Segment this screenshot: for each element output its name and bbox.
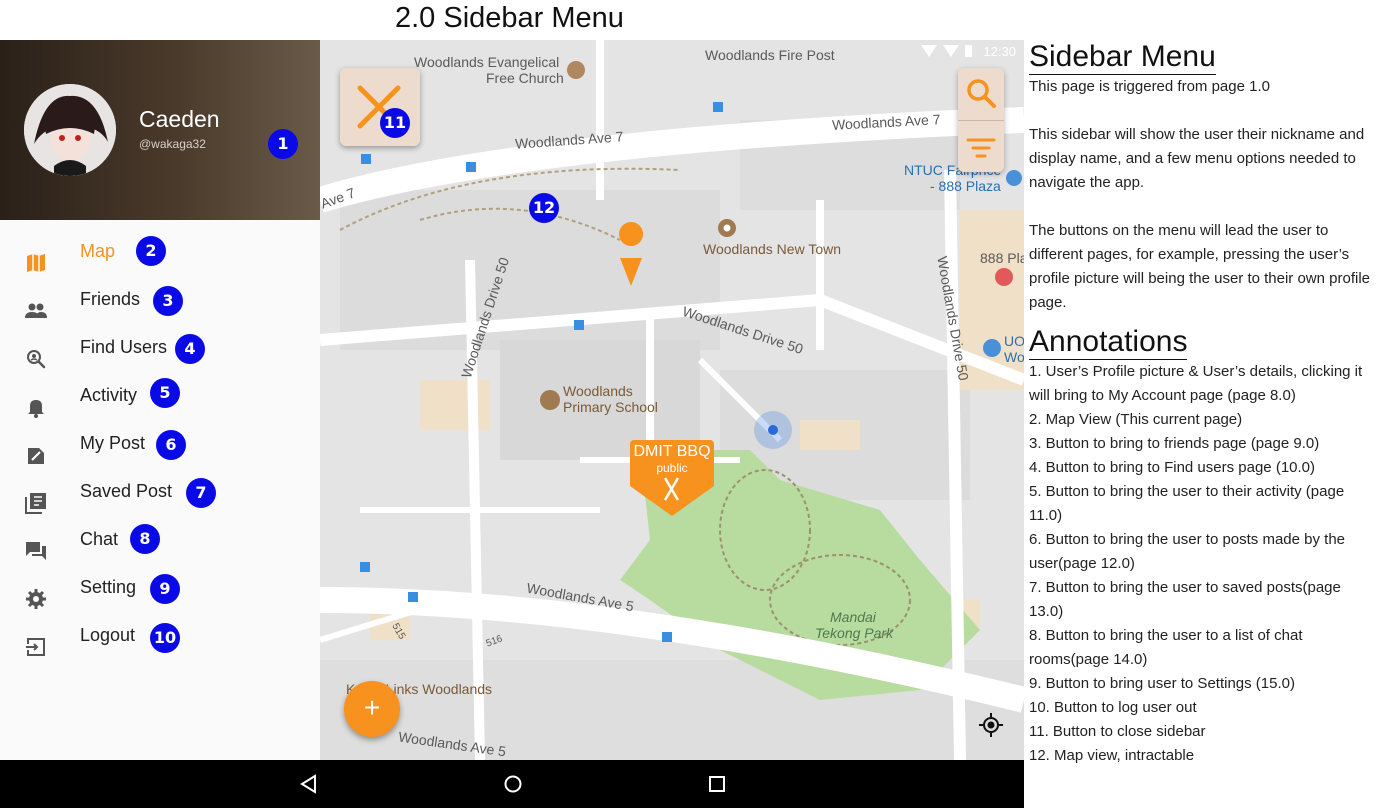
annotations-heading: Annotations [1029, 325, 1188, 360]
annotation-6: 6. Button to bring the user to posts mad… [1029, 531, 1346, 572]
event-pin[interactable]: DMIT BBQ public [630, 440, 714, 516]
edit-note-icon [28, 448, 44, 464]
crosshair-icon [979, 713, 1003, 737]
annotation-badge-10: 10 [150, 623, 180, 653]
sidebar-item-setting[interactable]: Setting 9 [0, 574, 320, 623]
map-label-uob-2: Wo [1004, 349, 1024, 365]
annotation-7: 7. Button to bring the user to saved pos… [1029, 579, 1341, 620]
close-sidebar-button[interactable]: 11 [340, 68, 420, 146]
sidebar-item-chat[interactable]: Chat 8 [0, 524, 320, 575]
back-icon[interactable] [297, 772, 321, 796]
sidebar-item-find-users[interactable]: Find Users 4 [0, 334, 320, 383]
search-icon [967, 79, 996, 108]
library-books-icon [25, 493, 46, 514]
map-icon [27, 254, 45, 272]
event-title: DMIT BBQ [633, 443, 711, 460]
map-view[interactable]: Woodlands Evangelical Free Church Woodla… [320, 40, 1024, 760]
signal-icon [943, 45, 959, 57]
profile-nickname: Caeden [139, 106, 220, 132]
bell-icon [28, 400, 44, 418]
sidebar-item-label: My Post [80, 433, 146, 453]
page-title: 2.0 Sidebar Menu [395, 2, 624, 34]
event-visibility: public [656, 461, 688, 475]
annotation-1: 1. User’s Profile picture & User’s detai… [1029, 363, 1363, 404]
people-icon [25, 303, 47, 318]
sidebar-item-label: Logout [80, 625, 136, 645]
sidebar: Caeden @wakaga32 1 Map 2 Friends 3 Find … [0, 40, 320, 760]
map-canvas [320, 40, 1024, 760]
gear-icon [26, 589, 46, 609]
avatar[interactable] [24, 84, 116, 176]
sidebar-item-label: Friends [80, 289, 141, 309]
annotation-badge-8: 8 [130, 524, 160, 554]
annotation-4: 4. Button to bring to Find users page (1… [1029, 459, 1316, 476]
annotation-badge-9: 9 [150, 574, 180, 604]
annotation-9: 9. Button to bring user to Settings (15.… [1029, 675, 1295, 692]
annotation-badge-4: 4 [175, 334, 205, 364]
sidebar-item-friends[interactable]: Friends 3 [0, 286, 320, 335]
profile-header[interactable]: Caeden @wakaga32 1 [0, 40, 320, 220]
map-label-new-town: Woodlands New Town [703, 241, 842, 257]
map-label-park: Mandai [830, 609, 876, 625]
notes-intro-1: This page is triggered from page 1.0 [1029, 78, 1270, 95]
map-tools [958, 68, 1004, 172]
annotation-badge-12: 12 [529, 193, 559, 223]
notes-heading: Sidebar Menu [1029, 40, 1216, 75]
map-label-ntuc-2: - 888 Plaza [930, 178, 1001, 194]
notes-intro-2: This sidebar will show the user their ni… [1029, 126, 1365, 191]
annotation-2: 2. Map View (This current page) [1029, 411, 1243, 428]
avatar-image [24, 84, 116, 176]
sidebar-item-label: Find Users [80, 337, 168, 357]
sidebar-item-label: Saved Post [80, 481, 173, 501]
sidebar-item-my-post[interactable]: My Post 6 [0, 430, 320, 479]
map-label-park-2: Tekong Park [815, 625, 894, 641]
annotation-badge-1: 1 [268, 129, 298, 159]
person-search-icon [27, 350, 46, 369]
sidebar-item-map[interactable]: Map 2 [0, 236, 320, 287]
sidebar-item-label: Map [80, 241, 116, 261]
sidebar-item-activity[interactable]: Activity 5 [0, 378, 320, 431]
my-location-button[interactable] [978, 712, 1004, 738]
notes-intro-3: The buttons on the menu will lead the us… [1029, 222, 1371, 311]
map-label-888-plaza: 888 Pla [980, 250, 1024, 266]
annotation-badge-5: 5 [150, 378, 180, 408]
sidebar-item-label: Setting [80, 577, 137, 597]
forum-icon [26, 542, 46, 560]
battery-icon [965, 45, 972, 57]
sidebar-item-label: Activity [80, 385, 138, 405]
annotation-8: 8. Button to bring the user to a list of… [1029, 627, 1303, 668]
home-icon[interactable] [501, 772, 525, 796]
annotation-badge-3: 3 [153, 286, 183, 316]
close-icon [357, 85, 401, 129]
sidebar-item-logout[interactable]: Logout 10 [0, 623, 320, 671]
annotation-5: 5. Button to bring the user to their act… [1029, 483, 1345, 524]
status-time: 12:30 [983, 44, 1016, 59]
wifi-icon [921, 45, 937, 57]
annotation-badge-6: 6 [156, 430, 186, 460]
sidebar-item-label: Chat [80, 529, 119, 549]
profile-handle: @wakaga32 [139, 137, 206, 151]
search-button[interactable] [958, 68, 1004, 120]
tablet-screen: Woodlands Evangelical Free Church Woodla… [0, 40, 1024, 808]
system-nav-bar [0, 760, 1024, 808]
map-label-school: Woodlands [563, 383, 633, 399]
sidebar-item-saved-post[interactable]: Saved Post 7 [0, 478, 320, 527]
filter-icon [966, 138, 996, 158]
annotation-12: 12. Map view, intractable [1029, 747, 1195, 764]
logout-icon [26, 638, 45, 656]
map-label-church-2: Free Church [486, 70, 564, 86]
map-label-uob: UO [1004, 333, 1024, 349]
annotation-3: 3. Button to bring to friends page (page… [1029, 435, 1320, 452]
annotation-10: 10. Button to log user out [1029, 699, 1197, 716]
annotation-11: 11. Button to close sidebar [1029, 723, 1206, 740]
recents-icon[interactable] [705, 772, 729, 796]
filter-button[interactable] [958, 120, 1004, 172]
add-post-button[interactable]: + [344, 681, 400, 737]
annotation-badge-2: 2 [136, 236, 166, 266]
annotation-badge-7: 7 [186, 478, 216, 508]
map-label-school-2: Primary School [563, 399, 658, 415]
annotation-panel: Sidebar Menu This page is triggered from… [1029, 40, 1379, 768]
annotation-badge-11: 11 [380, 108, 410, 138]
status-bar: 12:30 [320, 40, 1024, 64]
